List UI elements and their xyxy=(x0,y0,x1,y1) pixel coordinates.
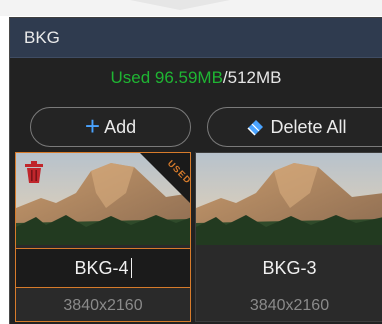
plus-icon: + xyxy=(84,111,101,141)
used-storage: Used 96.59MB xyxy=(110,68,223,87)
add-button-label: Add xyxy=(104,116,137,137)
top-strip xyxy=(0,0,382,16)
bkg-panel: BKG Used 96.59MB/512MB + Add Delete All xyxy=(9,17,382,324)
used-badge: USED xyxy=(140,153,190,203)
panel-title: BKG xyxy=(24,28,60,47)
item-name: BKG-4 xyxy=(74,257,129,278)
item-name-input[interactable]: BKG-3 xyxy=(196,248,382,288)
panel-header: BKG xyxy=(10,18,382,58)
bkg-item[interactable]: BKG-3 3840x2160 xyxy=(195,152,382,322)
item-name-input[interactable]: BKG-4 xyxy=(16,248,190,288)
eraser-icon xyxy=(247,120,264,136)
trash-icon[interactable] xyxy=(23,160,45,184)
bkg-thumbnail[interactable] xyxy=(196,153,382,245)
mountain-image xyxy=(196,153,382,245)
storage-usage: Used 96.59MB/512MB xyxy=(10,68,382,88)
text-caret xyxy=(130,258,132,278)
top-notch xyxy=(130,0,230,10)
item-resolution: 3840x2160 xyxy=(249,297,330,314)
delete-all-label: Delete All xyxy=(270,116,347,137)
item-name: BKG-3 xyxy=(262,257,317,278)
delete-all-button[interactable]: Delete All xyxy=(207,107,382,147)
bkg-item[interactable]: USED BKG-4 3840x2160 xyxy=(15,152,191,322)
add-button[interactable]: + Add xyxy=(30,107,191,147)
total-storage: /512MB xyxy=(222,68,282,87)
item-resolution: 3840x2160 xyxy=(63,297,143,314)
